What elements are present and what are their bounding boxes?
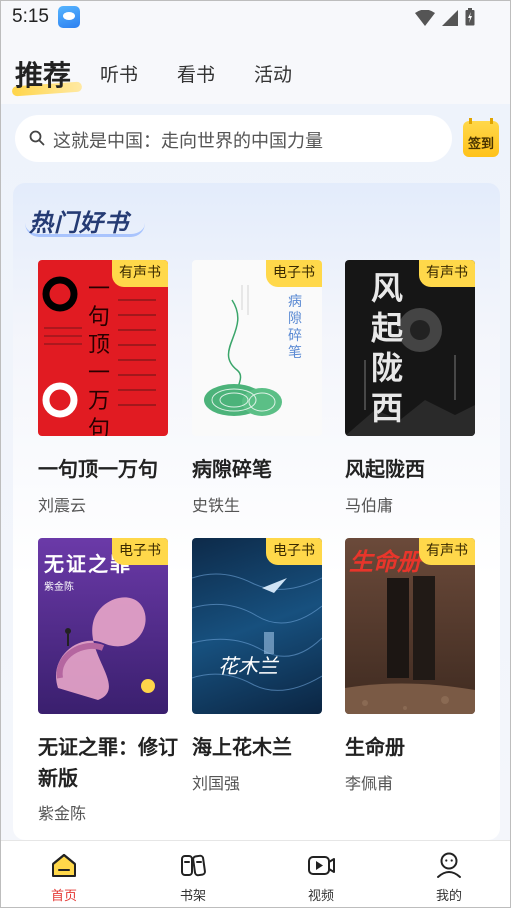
tab-activity[interactable]: 活动 (254, 60, 292, 87)
cover-author: 紫金陈 (44, 582, 74, 593)
bottom-nav-label: 视频 (307, 889, 334, 904)
book-author: 马伯庸 (345, 496, 394, 515)
book-title[interactable]: 生命册 (345, 732, 495, 763)
search-bar[interactable]: 这就是中国：走向世界的中国力量 (15, 115, 452, 162)
book-title[interactable]: 无证之罪：修订新版 (38, 732, 178, 794)
bottom-nav: 首页 书架 视频 我的 (0, 840, 511, 908)
book-title[interactable]: 病隙碎笔 (192, 454, 342, 485)
bottom-nav-label: 我的 (435, 889, 462, 904)
cover-title: 病隙碎笔 (288, 294, 302, 361)
checkin-button[interactable]: 签到 (463, 118, 499, 157)
ebook-badge: 电子书 (266, 260, 322, 287)
ebook-badge: 电子书 (266, 538, 322, 565)
search-placeholder: 这就是中国：走向世界的中国力量 (53, 131, 323, 152)
book-author: 刘国强 (192, 774, 241, 793)
system-icons (415, 8, 475, 26)
app-notification-icon (58, 6, 80, 28)
book-author: 李佩甫 (345, 774, 394, 793)
book-author: 史铁生 (192, 496, 241, 515)
ebook-badge: 电子书 (112, 538, 168, 565)
bottom-nav-profile[interactable]: 我的 (409, 841, 489, 908)
audiobook-badge: 有声书 (419, 538, 475, 565)
book-author: 刘震云 (38, 496, 87, 515)
book-cover[interactable]: 一句顶一万句 有声书 (38, 260, 168, 436)
bottom-nav-video[interactable]: 视频 (281, 841, 361, 908)
checkin-label: 签到 (467, 137, 494, 152)
battery-icon (465, 8, 475, 26)
wifi-icon (415, 10, 435, 26)
audiobook-badge: 有声书 (419, 260, 475, 287)
signal-icon (442, 10, 458, 26)
search-icon (29, 130, 45, 146)
status-time: 5:15 (12, 6, 49, 27)
hot-books-panel: 热门好书 一句顶一万句 有声书 一句顶一万句 刘震云 病隙碎笔 电子书 病隙碎笔… (13, 183, 500, 840)
cover-title: 花木兰 (218, 654, 278, 678)
bottom-nav-label: 首页 (50, 889, 77, 904)
tab-listen[interactable]: 听书 (100, 60, 138, 87)
tab-recommend[interactable]: 推荐 (15, 54, 71, 94)
cover-title: 风起陇西 (371, 269, 404, 427)
top-tab-bar: 推荐 听书 看书 活动 (0, 34, 511, 104)
calendar-icon (469, 118, 493, 124)
video-icon (308, 856, 335, 875)
cover-title: 一句顶一万句 (88, 277, 111, 436)
book-cover[interactable]: 花木兰 电子书 (192, 538, 322, 714)
book-cover[interactable]: 无证之罪 紫金陈 电子书 (38, 538, 168, 714)
home-icon (52, 853, 76, 877)
profile-icon (437, 852, 461, 878)
bottom-nav-home[interactable]: 首页 (24, 841, 104, 908)
status-bar: 5:15 (0, 0, 511, 34)
bookshelf-icon (181, 854, 206, 877)
book-author: 紫金陈 (38, 804, 87, 823)
book-title[interactable]: 风起陇西 (345, 454, 495, 485)
audiobook-badge: 有声书 (112, 260, 168, 287)
bottom-nav-bookshelf[interactable]: 书架 (153, 841, 233, 908)
hot-books-title: 热门好书 (29, 209, 129, 237)
tab-read[interactable]: 看书 (177, 60, 215, 87)
book-title[interactable]: 海上花木兰 (192, 732, 342, 763)
book-title[interactable]: 一句顶一万句 (38, 454, 188, 485)
cover-title: 生命册 (349, 547, 421, 576)
book-cover[interactable]: 风起陇西 有声书 (345, 260, 475, 436)
book-cover[interactable]: 病隙碎笔 电子书 (192, 260, 322, 436)
bottom-nav-label: 书架 (179, 889, 206, 904)
book-cover[interactable]: 生命册 有声书 (345, 538, 475, 714)
